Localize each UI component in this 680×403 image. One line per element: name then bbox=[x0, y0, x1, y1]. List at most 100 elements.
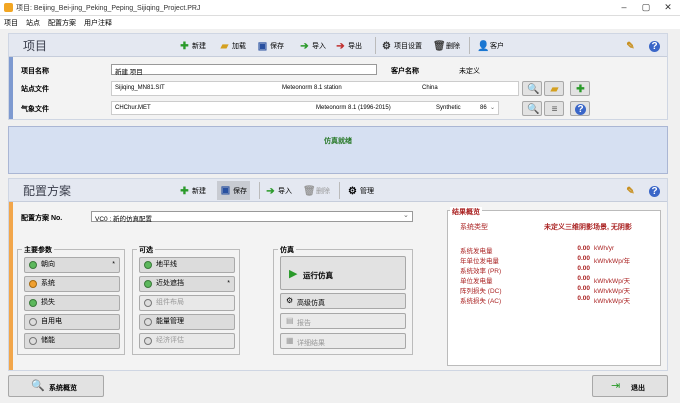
new-variant-button[interactable]: ✚ 新建 bbox=[179, 184, 206, 198]
self-consumption-button[interactable]: 自用电 bbox=[24, 314, 120, 330]
met-database-button[interactable]: ≡ bbox=[544, 101, 564, 116]
site-file-source: Meteonorm 8.1 station bbox=[282, 85, 342, 91]
menu-site[interactable]: 站点 bbox=[22, 16, 44, 30]
project-header: 项目 ✚ 新建 ▰ 加载 ▣ 保存 ➔ 导入 ➔ 导出 ⚙ 项目设置 🗑 删除 👤 客户 ✎ ? bbox=[9, 34, 667, 57]
site-file-name: Sijiqing_MN81.SIT bbox=[115, 85, 165, 91]
site-new-button[interactable]: ✚ bbox=[570, 81, 590, 96]
system-type-label: 系统类型 bbox=[460, 224, 488, 231]
economic-evaluation-button[interactable]: 经济评估 bbox=[139, 333, 235, 349]
delete-variant-button[interactable]: 🗑 删除 bbox=[303, 184, 330, 198]
status-dot-icon bbox=[144, 280, 152, 288]
project-name-input[interactable]: 新建 项目 bbox=[111, 64, 377, 76]
chevron-down-icon: ⌄ bbox=[403, 212, 409, 219]
main-params-group: 主要参数 朝向 * 系统 损失 自用电 储能 bbox=[17, 245, 125, 355]
site-file-country: China bbox=[422, 85, 438, 91]
losses-button[interactable]: 损失 bbox=[24, 295, 120, 311]
import-variant-button[interactable]: ➔ 导入 bbox=[265, 184, 292, 198]
result-label: 系统发电量 bbox=[460, 248, 493, 255]
orientation-button[interactable]: 朝向 * bbox=[24, 257, 120, 273]
import-icon: ➔ bbox=[300, 40, 309, 52]
export-project-button[interactable]: ➔ 导出 bbox=[335, 39, 362, 53]
export-icon: ➔ bbox=[336, 40, 345, 52]
met-view-button[interactable]: 🔍 bbox=[522, 101, 542, 116]
menu-bar: 项目 站点 配置方案 用户注释 bbox=[0, 16, 680, 29]
folder-icon: ▰ bbox=[550, 84, 559, 95]
result-value: 0.00 bbox=[577, 275, 590, 282]
load-project-button[interactable]: ▰ 加载 bbox=[219, 39, 246, 53]
magnifier-icon: 🔍 bbox=[527, 84, 540, 95]
pencil-icon[interactable]: ✎ bbox=[625, 39, 636, 53]
database-icon: ≡ bbox=[551, 104, 558, 115]
site-view-button[interactable]: 🔍 bbox=[522, 81, 542, 96]
simulation-group: 仿真 ▶ 运行仿真 ⚙ 高级仿真 ▤ 报告 ▦ 详细结果 bbox=[273, 245, 413, 355]
save-project-button[interactable]: ▣ 保存 bbox=[257, 39, 284, 53]
report-button[interactable]: ▤ 报告 bbox=[280, 313, 406, 329]
result-label: 系统损失 (AC) bbox=[460, 298, 502, 305]
delete-project-button[interactable]: 🗑 删除 bbox=[433, 39, 460, 53]
result-label: 系统效率 (PR) bbox=[460, 268, 502, 275]
system-button[interactable]: 系统 bbox=[24, 276, 120, 292]
result-unit: kWh/kWp/天 bbox=[594, 278, 631, 285]
import-project-button[interactable]: ➔ 导入 bbox=[299, 39, 326, 53]
status-dot-icon bbox=[144, 299, 152, 307]
met-help-button[interactable]: ? bbox=[570, 101, 590, 116]
project-name-label: 项目名称 bbox=[21, 68, 49, 75]
help-icon[interactable]: ? bbox=[649, 184, 660, 198]
plus-icon: ✚ bbox=[180, 185, 189, 197]
trash-icon: 🗑 bbox=[303, 185, 316, 197]
result-label: 年单位发电量 bbox=[460, 258, 499, 265]
result-label: 阵列损失 (DC) bbox=[460, 288, 502, 295]
play-icon: ▶ bbox=[289, 268, 298, 280]
variant-header: 配置方案 ✚ 新建 ▣ 保存 ➔ 导入 🗑 删除 ⚙ 管理 ✎ ? bbox=[9, 179, 667, 202]
result-value: 0.00 bbox=[577, 295, 590, 302]
variant-no-label: 配置方案 No. bbox=[21, 215, 63, 222]
close-icon[interactable]: ✕ bbox=[658, 2, 678, 13]
minimize-icon[interactable]: – bbox=[614, 2, 634, 12]
manage-variant-button[interactable]: ⚙ 管理 bbox=[347, 184, 374, 198]
client-button[interactable]: 👤 客户 bbox=[477, 39, 504, 53]
detailed-results-button[interactable]: ▦ 详细结果 bbox=[280, 333, 406, 349]
result-value: 0.00 bbox=[577, 265, 590, 272]
save-variant-button[interactable]: ▣ 保存 bbox=[217, 181, 250, 200]
maximize-icon[interactable]: ▢ bbox=[636, 2, 656, 13]
gear-icon: ⚙ bbox=[348, 185, 357, 197]
horizon-button[interactable]: 地平线 bbox=[139, 257, 235, 273]
save-icon: ▣ bbox=[257, 40, 268, 52]
variant-panel: 配置方案 ✚ 新建 ▣ 保存 ➔ 导入 🗑 删除 ⚙ 管理 ✎ ? 配置方案 No. VC… bbox=[8, 178, 668, 371]
storage-button[interactable]: 储能 bbox=[24, 333, 120, 349]
project-settings-button[interactable]: ⚙ 项目设置 bbox=[381, 39, 422, 53]
site-file-box: Sijiqing_MN81.SIT Meteonorm 8.1 station … bbox=[111, 81, 519, 96]
module-layout-button[interactable]: 组件布局 bbox=[139, 295, 235, 311]
client-name-label: 客户名称 bbox=[391, 68, 419, 75]
system-overview-button[interactable]: 🔍 系统概览 bbox=[8, 375, 104, 397]
chart-icon: ▦ bbox=[286, 336, 294, 345]
exit-button[interactable]: ⇥ 退出 bbox=[592, 375, 668, 397]
near-shading-button[interactable]: 近处遮挡 * bbox=[139, 276, 235, 292]
energy-management-button[interactable]: 能量管理 bbox=[139, 314, 235, 330]
run-simulation-button[interactable]: ▶ 运行仿真 bbox=[280, 256, 406, 290]
variant-select[interactable]: VC0 : 新的仿真配置 bbox=[91, 211, 413, 223]
status-dot-icon bbox=[29, 261, 37, 269]
import-icon: ➔ bbox=[266, 185, 275, 197]
met-file-name: CHChur.MET bbox=[115, 105, 151, 111]
menu-notes[interactable]: 用户注释 bbox=[80, 16, 116, 30]
pencil-icon[interactable]: ✎ bbox=[625, 184, 636, 198]
magnifier-icon: 🔍 bbox=[31, 380, 45, 392]
result-label: 单位发电量 bbox=[460, 278, 493, 285]
met-file-select[interactable]: CHChur.MET Meteonorm 8.1 (1996-2015) Syn… bbox=[111, 101, 499, 115]
site-open-button[interactable]: ▰ bbox=[544, 81, 564, 96]
client-name-value: 未定义 bbox=[459, 68, 480, 75]
status-dot-icon bbox=[29, 280, 37, 288]
gear-icon: ⚙ bbox=[382, 40, 391, 52]
menu-variant[interactable]: 配置方案 bbox=[44, 16, 80, 30]
person-icon: 👤 bbox=[477, 40, 490, 52]
menu-project[interactable]: 项目 bbox=[0, 16, 22, 30]
advanced-simulation-button[interactable]: ⚙ 高级仿真 bbox=[280, 293, 406, 309]
new-project-button[interactable]: ✚ 新建 bbox=[179, 39, 206, 53]
help-icon: ? bbox=[575, 104, 586, 115]
results-overview: 结果概览 系统类型 未定义三维阴影场景, 无阴影 系统发电量 0.00 kWh/yr… bbox=[447, 207, 661, 366]
magnifier-icon: 🔍 bbox=[527, 104, 540, 115]
result-unit: kWh/kWp/天 bbox=[594, 288, 631, 295]
status-dot-icon bbox=[144, 318, 152, 326]
help-icon[interactable]: ? bbox=[649, 39, 660, 53]
